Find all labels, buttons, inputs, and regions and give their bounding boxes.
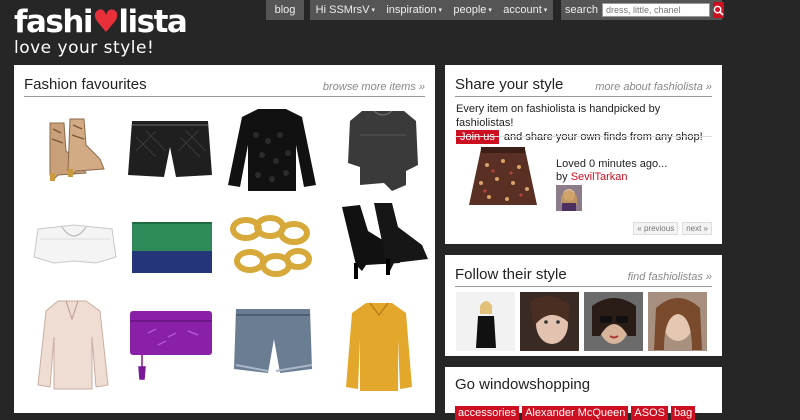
- fashiolista-photo[interactable]: [456, 292, 515, 351]
- loved-timestamp: Loved 0 minutes ago...: [556, 158, 668, 170]
- item-sheer-blush-blouse[interactable]: [36, 297, 110, 393]
- favourites-title: Fashion favourites: [24, 76, 147, 93]
- follow-their-style-panel: Follow their style find fashiolistas »: [445, 255, 722, 356]
- search-icon: [713, 5, 724, 16]
- shop-tag[interactable]: bag: [670, 406, 696, 420]
- fashiolista-logo[interactable]: fashi♥lista love your style!: [14, 4, 188, 58]
- share-header: Share your style more about fashiolista …: [455, 73, 712, 97]
- item-white-collar-top[interactable]: [32, 223, 118, 267]
- item-denim-cutoff-shorts[interactable]: [232, 305, 314, 379]
- fashiolista-photo[interactable]: [520, 292, 579, 351]
- search-label: search: [565, 4, 599, 16]
- nav-people[interactable]: people ▾: [453, 4, 492, 16]
- share-intro-rest: and share your own finds from any shop!: [503, 131, 703, 143]
- search-bar: search: [561, 0, 725, 20]
- shop-tag-list: accessories Alexander McQueen ASOS bag: [455, 406, 696, 420]
- search-button[interactable]: [713, 2, 725, 18]
- chevron-down-icon: ▾: [543, 7, 548, 14]
- join-us-button[interactable]: Join us: [456, 130, 499, 144]
- follow-title: Follow their style: [455, 266, 567, 283]
- follow-header: Follow their style find fashiolistas »: [455, 263, 712, 287]
- browse-more-items-link[interactable]: browse more items »: [323, 81, 425, 93]
- item-leather-shorts[interactable]: [126, 117, 214, 183]
- nav-inspiration[interactable]: inspiration ▾: [386, 4, 442, 16]
- shop-tag[interactable]: Alexander McQueen: [522, 406, 629, 420]
- loved-item-floral-skirt[interactable]: [463, 143, 543, 213]
- item-mustard-sweater[interactable]: [344, 299, 414, 395]
- next-button[interactable]: next »: [682, 222, 712, 235]
- shop-tag[interactable]: ASOS: [631, 406, 668, 420]
- go-windowshopping-panel: Go windowshopping accessories Alexander …: [445, 367, 722, 420]
- item-gold-chain-bracelet[interactable]: [226, 209, 316, 287]
- nav-inspiration-label: inspiration: [386, 4, 437, 16]
- loved-byline: by SevilTarkan: [556, 171, 628, 183]
- chevron-down-icon: ▾: [438, 7, 442, 14]
- chevron-down-icon: ▾: [371, 7, 375, 14]
- fashiolista-photo[interactable]: [648, 292, 707, 351]
- nav-blog-link[interactable]: blog: [266, 0, 304, 20]
- fashiolista-photo[interactable]: [584, 292, 643, 351]
- item-purple-snake-clutch[interactable]: [128, 307, 214, 383]
- nav-account-label: account: [503, 4, 542, 16]
- pagination: « previous next »: [633, 222, 712, 235]
- share-title: Share your style: [455, 76, 564, 93]
- fashiolista-photo-row: [456, 292, 707, 351]
- item-green-navy-clutch[interactable]: [130, 219, 214, 277]
- more-about-fashiolista-link[interactable]: more about fashiolista »: [595, 81, 712, 93]
- nav-blog-label: blog: [274, 4, 296, 16]
- item-black-sheer-top[interactable]: [346, 105, 420, 195]
- nav-greeting-label: Hi SSMrsV: [315, 4, 370, 16]
- share-intro: Every item on fashiolista is handpicked …: [456, 102, 716, 144]
- nav-account-greeting[interactable]: Hi SSMrsV ▾: [316, 4, 375, 16]
- item-black-platform-booties[interactable]: [338, 201, 432, 281]
- previous-button[interactable]: « previous: [633, 222, 679, 235]
- shop-tag[interactable]: accessories: [455, 406, 520, 420]
- favourites-header: Fashion favourites browse more items »: [24, 73, 425, 97]
- main-nav: Hi SSMrsV ▾ inspiration ▾ people ▾ account ▾: [310, 0, 553, 20]
- logo-heart-icon: ♥: [92, 4, 120, 40]
- by-label: by: [556, 171, 568, 183]
- windowshopping-title: Go windowshopping: [455, 376, 591, 393]
- share-your-style-panel: Share your style more about fashiolista …: [445, 65, 722, 244]
- logo-wordmark: fashi♥lista: [14, 4, 188, 40]
- search-input[interactable]: [602, 3, 711, 17]
- nav-people-label: people: [453, 4, 487, 16]
- item-snake-print-boots[interactable]: [36, 115, 108, 187]
- item-black-knit-sweater[interactable]: [226, 105, 318, 195]
- chevron-down-icon: ▾: [488, 7, 492, 14]
- nav-account[interactable]: account ▾: [503, 4, 547, 16]
- fashion-favourites-panel: Fashion favourites browse more items »: [14, 65, 435, 413]
- divider: [455, 136, 712, 137]
- avatar[interactable]: [556, 185, 582, 211]
- logo-tagline: love your style!: [14, 38, 155, 58]
- find-fashiolistas-link[interactable]: find fashiolistas »: [628, 271, 712, 283]
- user-link-seviltarkan[interactable]: SevilTarkan: [571, 171, 628, 183]
- share-intro-text: Every item on fashiolista is handpicked …: [456, 103, 661, 129]
